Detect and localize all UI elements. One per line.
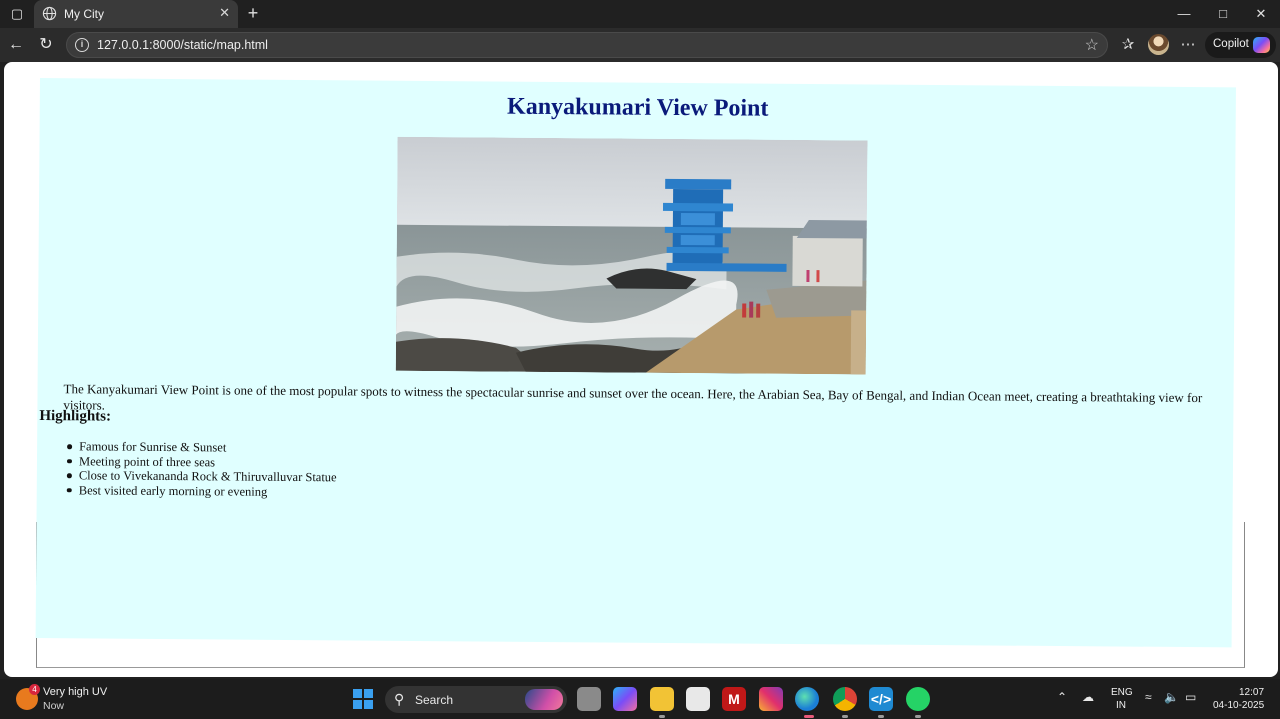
site-info-icon[interactable]: i [75, 38, 89, 52]
copilot-app-icon[interactable] [613, 687, 637, 711]
running-indicator [878, 715, 884, 718]
clock-date[interactable]: 04-10-2025 [1213, 700, 1264, 711]
copilot-logo-icon [1253, 37, 1270, 53]
mcafee-icon[interactable]: M [722, 687, 746, 711]
tray-chevron-icon[interactable]: ⌃ [1057, 690, 1067, 704]
view-point-image [395, 136, 868, 375]
wifi-icon[interactable]: ≈ [1145, 690, 1152, 704]
globe-icon [42, 6, 57, 21]
start-button[interactable] [353, 689, 373, 709]
minimize-button[interactable]: — [1172, 5, 1196, 23]
battery-icon[interactable]: ▭ [1185, 690, 1196, 704]
weather-subtext: Now [43, 700, 65, 712]
refresh-button[interactable]: ↻ [35, 34, 57, 56]
back-button[interactable]: ← [5, 34, 27, 56]
active-indicator [804, 715, 814, 718]
page-description: The Kanyakumari View Point is one of the… [63, 381, 1203, 413]
chrome-icon[interactable] [833, 687, 857, 711]
title-bar: ▢ My City ✕ + — □ ✕ [0, 0, 1280, 28]
search-icon: ⚲ [394, 691, 405, 707]
url-text: 127.0.0.1:8000/static/map.html [97, 38, 268, 52]
file-explorer-icon[interactable] [650, 687, 674, 711]
browser-toolbar: ← ↻ i 127.0.0.1:8000/static/map.html ☆ ✰… [0, 28, 1280, 62]
tray-app-icon[interactable]: ☁ [1082, 690, 1094, 704]
vscode-icon[interactable]: </> [869, 687, 893, 711]
page-viewport: Kanyakumari View Point The Kanyakumari V… [4, 62, 1278, 677]
weather-badge: 4 [29, 684, 40, 695]
favorites-icon[interactable]: ✰ [1118, 35, 1138, 55]
copilot-label: Copilot [1213, 38, 1249, 50]
language-line2[interactable]: IN [1116, 700, 1126, 711]
maximize-button[interactable]: □ [1211, 5, 1235, 23]
instagram-icon[interactable] [759, 687, 783, 711]
list-item: Best visited early morning or evening [67, 483, 337, 500]
weather-text[interactable]: Very high UV [43, 686, 107, 698]
taskbar-search[interactable]: ⚲ Search [385, 686, 567, 713]
tab-my-city[interactable]: My City ✕ [34, 0, 238, 28]
clock-time[interactable]: 12:07 [1239, 687, 1264, 698]
search-label: Search [415, 693, 454, 707]
tab-title: My City [64, 7, 104, 21]
tab-actions-icon[interactable]: ▢ [6, 4, 28, 24]
favorite-star-icon[interactable]: ☆ [1085, 35, 1099, 55]
taskbar: 4 Very high UV Now ⚲ Search M </> ⌃ ☁ EN… [0, 679, 1280, 719]
volume-muted-icon[interactable]: 🔈 [1164, 690, 1179, 704]
new-tab-button[interactable]: + [243, 3, 263, 23]
more-menu-icon[interactable]: ⋯ [1178, 35, 1198, 55]
page-content: Kanyakumari View Point The Kanyakumari V… [35, 78, 1236, 648]
language-line1[interactable]: ENG [1111, 687, 1133, 698]
store-icon[interactable] [686, 687, 710, 711]
windows-logo-icon [353, 689, 362, 698]
page-title: Kanyakumari View Point [506, 93, 769, 122]
task-view-icon[interactable] [577, 687, 601, 711]
running-indicator [842, 715, 848, 718]
close-window-button[interactable]: ✕ [1249, 5, 1273, 23]
search-highlight-icon [525, 689, 563, 710]
running-indicator [915, 715, 921, 718]
running-indicator [659, 715, 665, 718]
copilot-button[interactable]: Copilot [1205, 32, 1276, 58]
whatsapp-icon[interactable] [906, 687, 930, 711]
edge-icon[interactable] [795, 687, 819, 711]
view-point-photo [395, 136, 868, 375]
close-tab-icon[interactable]: ✕ [219, 5, 230, 21]
address-bar[interactable]: i 127.0.0.1:8000/static/map.html ☆ [66, 32, 1108, 58]
highlights-list: Famous for Sunrise & Sunset Meeting poin… [67, 439, 337, 499]
highlights-heading: Highlights: [39, 408, 112, 425]
profile-avatar[interactable] [1148, 34, 1169, 55]
